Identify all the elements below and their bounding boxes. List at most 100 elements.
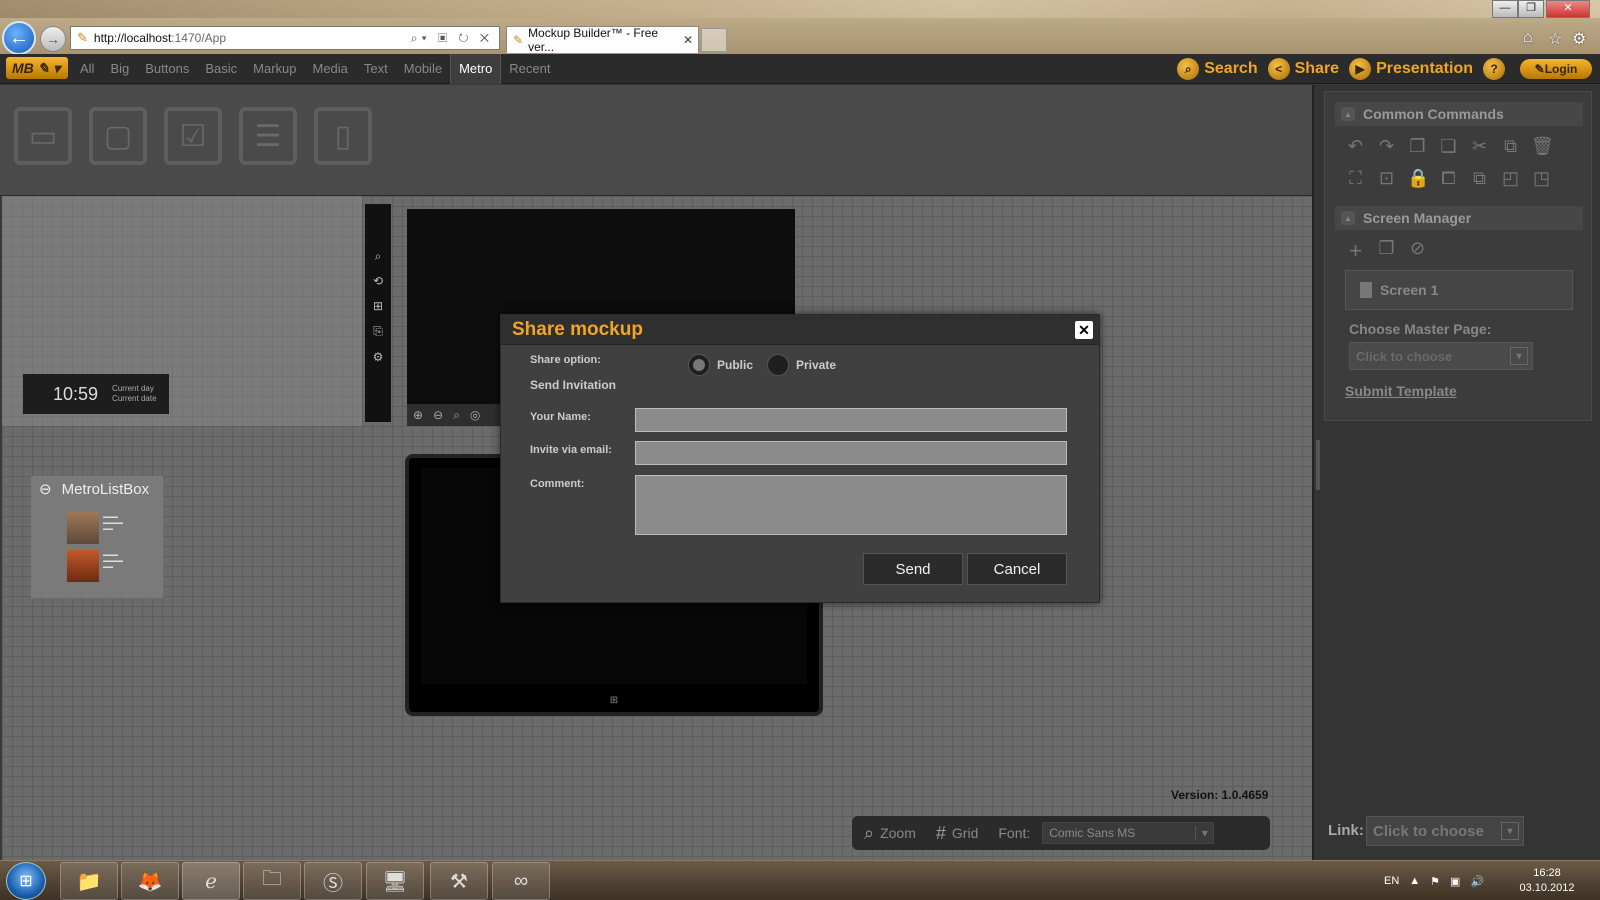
tab-recent[interactable]: Recent bbox=[501, 54, 558, 84]
cancel-button[interactable]: Cancel bbox=[967, 553, 1067, 585]
your-name-input[interactable] bbox=[635, 408, 1067, 432]
home-icon[interactable]: ⌂ bbox=[1523, 29, 1533, 47]
remove-screen-icon[interactable]: ⊘ bbox=[1407, 238, 1428, 264]
tray-expand-icon[interactable]: ▲ bbox=[1409, 875, 1420, 887]
address-tools[interactable]: ⌕▾ ▣ ↻ ✕ bbox=[411, 31, 499, 46]
action-center-flag-icon[interactable]: ⚑ bbox=[1430, 875, 1440, 888]
settings-gear-icon[interactable]: ⚙ bbox=[1572, 29, 1586, 49]
undo-icon[interactable]: ↶ bbox=[1345, 136, 1366, 157]
minimize-button[interactable]: — bbox=[1492, 0, 1518, 18]
lock-icon[interactable]: 🔒 bbox=[1407, 168, 1429, 189]
master-page-select[interactable]: Click to choose ▾ bbox=[1349, 342, 1533, 370]
component-palette: ▭ ▢ ☑ ☰ ▯ bbox=[0, 85, 1312, 196]
grid-button[interactable]: # Grid bbox=[936, 823, 978, 844]
panel-splitter[interactable] bbox=[1316, 440, 1320, 490]
window-close-button[interactable]: ✕ bbox=[1546, 0, 1590, 18]
volume-icon[interactable]: 🔊 bbox=[1470, 875, 1484, 888]
window-titlebar bbox=[0, 0, 1600, 18]
play-icon: ▶ bbox=[1349, 58, 1372, 80]
share-menu-button[interactable]: < Share bbox=[1267, 58, 1339, 80]
tab-metro[interactable]: Metro bbox=[450, 54, 502, 84]
tab-buttons[interactable]: Buttons bbox=[137, 54, 197, 84]
group-icon[interactable]: ⛶ bbox=[1345, 168, 1366, 189]
document-icon bbox=[1360, 282, 1372, 298]
notes-icon[interactable]: 🗀 bbox=[243, 862, 301, 900]
zoom-reset-icon[interactable]: ◎ bbox=[470, 408, 480, 422]
screen-list-item[interactable]: Screen 1 bbox=[1345, 270, 1573, 310]
favorites-star-icon[interactable]: ☆ bbox=[1548, 29, 1562, 49]
search-menu-button[interactable]: ⌕ Search bbox=[1177, 58, 1258, 80]
tab-close-icon[interactable]: ✕ bbox=[683, 33, 698, 47]
metro-listbox[interactable]: ⊖ MetroListBox ▬▬▬ ▬▬▬▬ ▬▬ ▬▬▬ ▬▬▬▬ ▬▬ bbox=[31, 476, 163, 598]
link-select[interactable]: Click to choose ▾ bbox=[1366, 816, 1524, 846]
login-button[interactable]: ✎ Login bbox=[1520, 59, 1592, 79]
zoom-button[interactable]: ⌕ Zoom bbox=[864, 823, 916, 844]
forward-arrow-icon[interactable]: → bbox=[40, 26, 66, 52]
app-logo[interactable]: MB ✎ ▾ bbox=[6, 57, 68, 79]
tab-text[interactable]: Text bbox=[356, 54, 396, 84]
send-button[interactable]: Send bbox=[863, 553, 963, 585]
delete-icon[interactable]: 🗑 bbox=[1531, 136, 1554, 157]
redo-icon[interactable]: ↷ bbox=[1376, 136, 1397, 157]
zoom-in-icon[interactable]: ⊕ bbox=[413, 408, 423, 422]
language-indicator[interactable]: EN bbox=[1384, 875, 1399, 887]
internet-explorer-icon[interactable]: ℯ bbox=[182, 862, 240, 900]
font-select[interactable]: Comic Sans MS ▾ bbox=[1042, 822, 1215, 844]
add-screen-icon[interactable]: + bbox=[1345, 238, 1366, 264]
copy-screen-icon[interactable]: ❐ bbox=[1376, 238, 1397, 264]
public-radio[interactable]: Public bbox=[688, 354, 753, 376]
clock-date: Current day Current date bbox=[112, 384, 157, 403]
invite-email-input[interactable] bbox=[635, 441, 1067, 465]
palette-panel-icon[interactable]: ▯ bbox=[314, 107, 372, 165]
tab-markup[interactable]: Markup bbox=[245, 54, 304, 84]
cut-icon[interactable]: ✂ bbox=[1469, 136, 1490, 157]
close-icon[interactable]: ✕ bbox=[1075, 321, 1093, 339]
bring-forward-icon[interactable]: ⧉ bbox=[1469, 168, 1490, 189]
copy-icon[interactable]: ❐ bbox=[1407, 136, 1428, 157]
firefox-icon[interactable]: 🦊 bbox=[121, 862, 179, 900]
duplicate-icon[interactable]: ⧉ bbox=[1500, 136, 1521, 157]
new-tab-button[interactable] bbox=[701, 28, 727, 52]
help-button[interactable]: ? bbox=[1483, 58, 1510, 80]
address-bar[interactable]: ✎ http://localhost:1470/App ⌕▾ ▣ ↻ ✕ bbox=[70, 26, 500, 50]
palette-tablet-icon[interactable]: ▭ bbox=[14, 107, 72, 165]
common-commands-header[interactable]: ▲ Common Commands bbox=[1335, 102, 1583, 126]
metro-charm-bar[interactable]: ⌕ ⟲ ⊞ ⎘ ⚙ bbox=[365, 204, 391, 422]
zoom-search-icon[interactable]: ⌕ bbox=[453, 408, 460, 423]
mockup-zoom-controls[interactable]: ⊕ ⊖ ⌕ ◎ bbox=[407, 404, 507, 426]
tools-icon[interactable]: ⚒ bbox=[430, 862, 488, 900]
remote-desktop-icon[interactable]: 🖥 bbox=[366, 862, 424, 900]
tab-media[interactable]: Media bbox=[305, 54, 356, 84]
metro-clock-widget[interactable]: 10:59 Current day Current date bbox=[23, 374, 169, 414]
back-arrow-icon[interactable]: ← bbox=[2, 21, 36, 55]
zoom-out-icon[interactable]: ⊖ bbox=[433, 408, 443, 422]
ungroup-icon[interactable]: ⊡ bbox=[1376, 168, 1397, 189]
version-label: Version: 1.0.4659 bbox=[1171, 788, 1269, 802]
bring-front-icon[interactable]: ⧠ bbox=[1438, 168, 1459, 189]
send-back-icon[interactable]: ◳ bbox=[1531, 168, 1552, 189]
tab-mobile[interactable]: Mobile bbox=[396, 54, 450, 84]
screen-manager-header[interactable]: ▲ Screen Manager bbox=[1335, 206, 1583, 230]
palette-list-icon[interactable]: ☰ bbox=[239, 107, 297, 165]
tab-big[interactable]: Big bbox=[102, 54, 137, 84]
start-button[interactable]: ⊞ bbox=[6, 862, 46, 900]
chevron-down-icon: ▾ bbox=[1195, 826, 1213, 840]
visual-studio-icon[interactable]: ∞ bbox=[492, 862, 550, 900]
comment-textarea[interactable] bbox=[635, 475, 1067, 535]
paste-icon[interactable]: ❏ bbox=[1438, 136, 1459, 157]
submit-template-link[interactable]: Submit Template bbox=[1345, 383, 1457, 399]
presentation-menu-button[interactable]: ▶ Presentation bbox=[1349, 58, 1473, 80]
tab-all[interactable]: All bbox=[72, 54, 102, 84]
network-icon[interactable]: ▣ bbox=[1450, 875, 1460, 888]
send-backward-icon[interactable]: ◰ bbox=[1500, 168, 1521, 189]
explorer-icon[interactable]: 📁 bbox=[60, 862, 118, 900]
palette-checkbox-icon[interactable]: ☑ bbox=[164, 107, 222, 165]
maximize-button[interactable]: ❐ bbox=[1518, 0, 1544, 18]
skype-icon[interactable]: Ⓢ bbox=[304, 862, 362, 900]
tab-basic[interactable]: Basic bbox=[197, 54, 245, 84]
palette-screen-icon[interactable]: ▢ bbox=[89, 107, 147, 165]
listbox-header: ⊖ MetroListBox bbox=[39, 480, 150, 499]
private-radio[interactable]: Private bbox=[767, 354, 836, 376]
system-clock[interactable]: 16:28 03.10.2012 bbox=[1512, 866, 1582, 896]
browser-tab[interactable]: ✎ Mockup Builder™ - Free ver... ✕ bbox=[506, 26, 699, 54]
